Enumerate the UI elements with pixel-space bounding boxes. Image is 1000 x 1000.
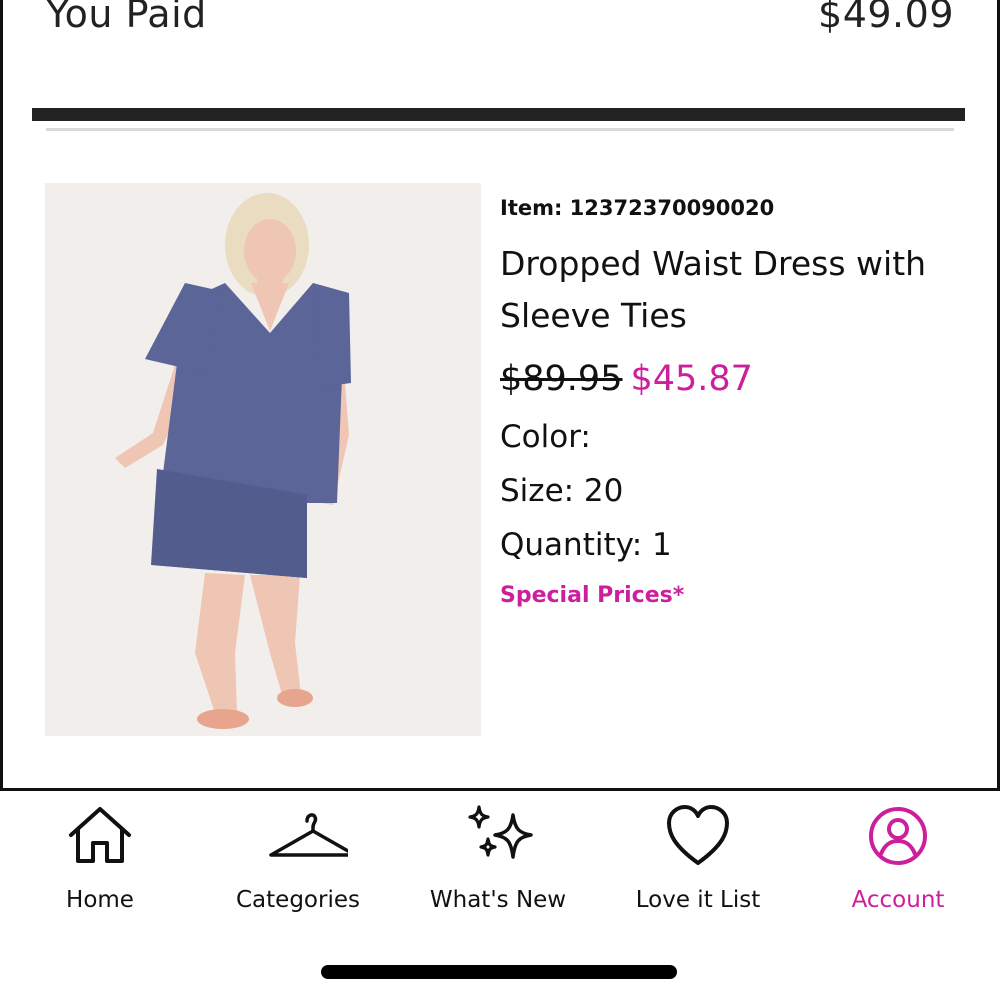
- model-in-dress-illustration: [45, 183, 481, 736]
- frame-border-left: [0, 0, 3, 790]
- product-details: Item: 12372370090020 Dropped Waist Dress…: [500, 190, 970, 616]
- nav-label-account: Account: [851, 887, 945, 913]
- paid-amount: $49.09: [818, 0, 954, 36]
- nav-item-account[interactable]: Account: [798, 801, 998, 921]
- nav-label-love-it-list: Love it List: [635, 887, 761, 913]
- nav-item-categories[interactable]: Categories: [198, 801, 398, 921]
- account-icon: [869, 807, 927, 865]
- sale-price: $45.87: [630, 359, 753, 399]
- home-icon: [69, 807, 131, 863]
- heart-icon: [667, 805, 729, 865]
- section-divider: [32, 108, 965, 121]
- nav-label-home: Home: [66, 887, 134, 913]
- nav-item-home[interactable]: Home: [0, 801, 200, 921]
- nav-item-love-it-list[interactable]: Love it List: [598, 801, 798, 921]
- original-price: $89.95: [500, 359, 623, 399]
- order-total-row: You Paid $49.09: [46, 0, 954, 42]
- home-indicator[interactable]: [321, 965, 677, 979]
- price-row: $89.95 $45.87: [500, 354, 970, 404]
- paid-label: You Paid: [46, 0, 207, 36]
- size-label: Size: 20: [500, 473, 624, 509]
- quantity-label: Quantity: 1: [500, 527, 672, 563]
- product-name[interactable]: Dropped Waist Dress with Sleeve Ties: [500, 238, 970, 342]
- sparkles-icon: [468, 805, 533, 859]
- nav-item-whats-new[interactable]: What's New: [398, 801, 598, 921]
- nav-label-whats-new: What's New: [429, 887, 567, 913]
- item-number: Item: 12372370090020: [500, 196, 775, 220]
- nav-label-categories: Categories: [236, 887, 360, 913]
- section-divider-light: [46, 128, 954, 131]
- special-prices-link[interactable]: Special Prices*: [500, 576, 970, 616]
- hanger-icon: [269, 813, 348, 857]
- color-label: Color:: [500, 419, 591, 455]
- product-image[interactable]: [45, 183, 481, 736]
